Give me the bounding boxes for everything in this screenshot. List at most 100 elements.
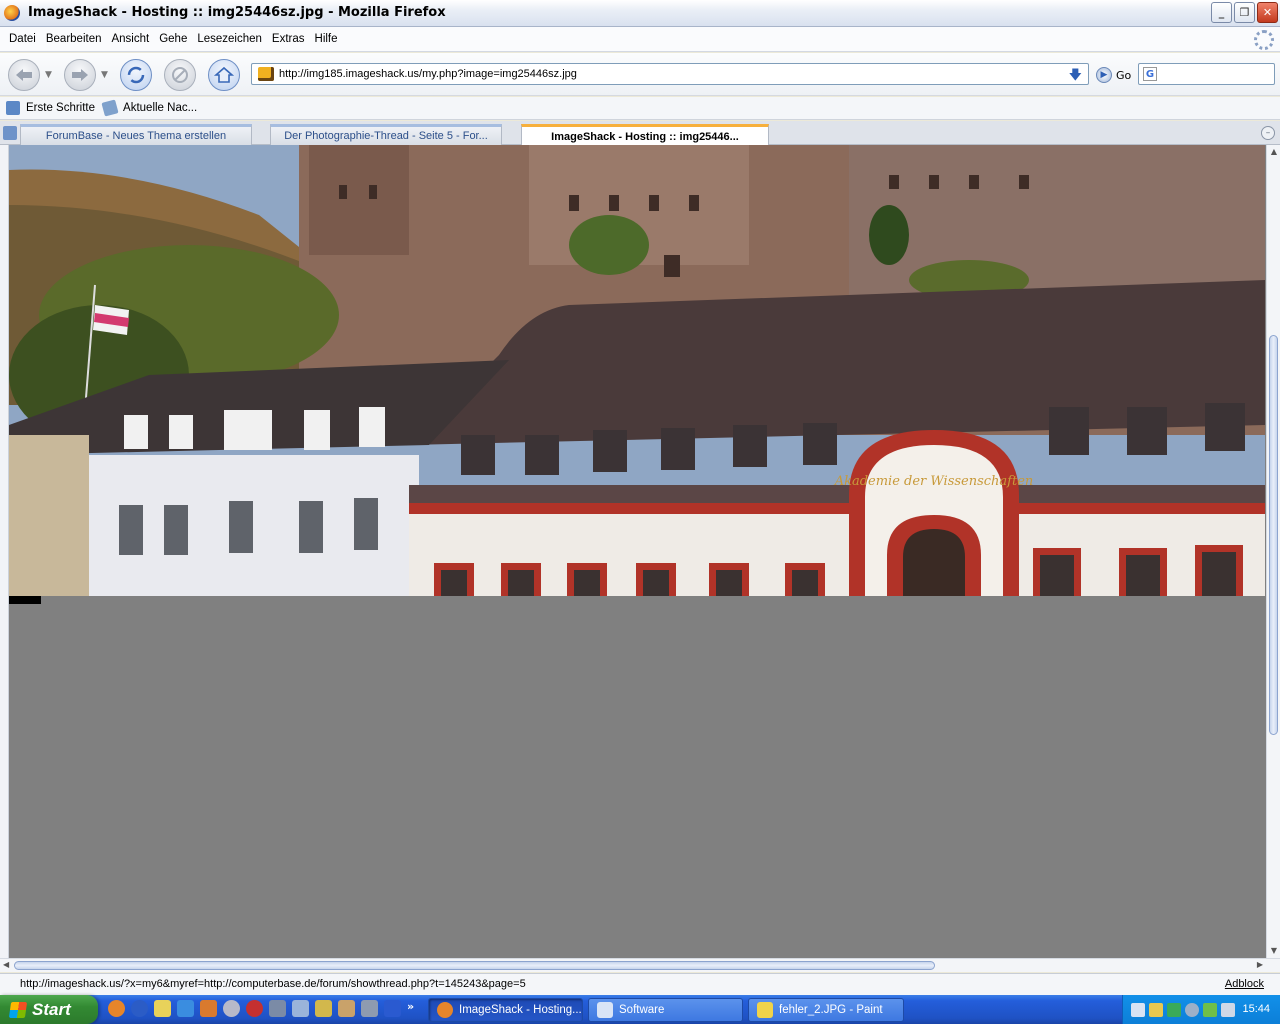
horizontal-scroll-thumb[interactable] bbox=[14, 961, 935, 970]
windows-logo-icon bbox=[8, 1001, 28, 1018]
reload-button[interactable] bbox=[120, 59, 152, 91]
task-label: Software bbox=[619, 1004, 665, 1016]
rss-feed-icon bbox=[101, 99, 119, 117]
google-search-engine-icon[interactable]: G bbox=[1143, 67, 1157, 81]
menu-lesezeichen[interactable]: Lesezeichen bbox=[192, 33, 267, 45]
network-quicklaunch-icon[interactable] bbox=[384, 1000, 401, 1017]
image-bottom-strip bbox=[9, 596, 41, 604]
go-label: Go bbox=[1116, 68, 1132, 82]
close-button[interactable]: ✕ bbox=[1257, 2, 1278, 23]
address-bar[interactable]: 🡇 bbox=[251, 63, 1089, 85]
maximize-button[interactable]: ❐ bbox=[1234, 2, 1255, 23]
task-label: ImageShack - Hosting... bbox=[459, 1004, 582, 1016]
tray-keyboard-icon[interactable] bbox=[1221, 1002, 1235, 1017]
record-quicklaunch-icon[interactable] bbox=[246, 1000, 263, 1017]
menu-bearbeiten[interactable]: Bearbeiten bbox=[41, 33, 107, 45]
bookmark-page-icon bbox=[6, 101, 20, 115]
adblock-button[interactable]: Adblock bbox=[1225, 978, 1264, 990]
scroll-right-icon[interactable]: ▶ bbox=[1257, 960, 1263, 969]
scroll-left-icon[interactable]: ◀ bbox=[3, 960, 9, 969]
menu-bar: Datei Bearbeiten Ansicht Gehe Lesezeiche… bbox=[0, 27, 1280, 52]
tab-forumbase[interactable]: ForumBase - Neues Thema erstellen bbox=[20, 124, 252, 145]
minimize-button[interactable]: _ bbox=[1211, 2, 1232, 23]
app-quicklaunch-icon[interactable] bbox=[269, 1000, 286, 1017]
menu-gehe[interactable]: Gehe bbox=[154, 33, 192, 45]
edit-quicklaunch-icon[interactable] bbox=[315, 1000, 332, 1017]
title-bar: ImageShack - Hosting :: img25446sz.jpg -… bbox=[0, 0, 1280, 27]
start-button[interactable]: Start bbox=[0, 995, 98, 1024]
gear-quicklaunch-icon[interactable] bbox=[200, 1000, 217, 1017]
stop-button[interactable] bbox=[164, 59, 196, 91]
vertical-scroll-thumb[interactable] bbox=[1269, 335, 1278, 735]
tray-sound-icon[interactable] bbox=[1185, 1002, 1199, 1017]
bookmark-erste-schritte[interactable]: Erste Schritte bbox=[6, 101, 95, 115]
firefox-task-icon bbox=[437, 1002, 453, 1018]
window-quicklaunch-icon[interactable] bbox=[361, 1000, 378, 1017]
folder-task-icon bbox=[597, 1002, 613, 1018]
home-button[interactable] bbox=[208, 59, 240, 91]
reload-icon bbox=[127, 66, 145, 84]
bookmark-label: Aktuelle Nac... bbox=[123, 102, 198, 114]
scroll-down-icon[interactable]: ▼ bbox=[1269, 946, 1279, 956]
hosted-photo[interactable]: Akademie der Wissenschaften bbox=[9, 145, 1265, 596]
url-dropdown-icon[interactable]: 🡇 bbox=[1069, 66, 1082, 88]
tray-security-icon[interactable] bbox=[1203, 1002, 1217, 1017]
site-favicon-icon bbox=[258, 67, 274, 81]
menu-extras[interactable]: Extras bbox=[267, 33, 310, 45]
back-arrow-icon bbox=[16, 69, 32, 81]
forward-arrow-icon bbox=[72, 69, 88, 81]
task-imageshack[interactable]: ImageShack - Hosting... bbox=[428, 998, 583, 1022]
page-viewport: Akademie der Wissenschaften bbox=[0, 145, 1280, 958]
pencil-quicklaunch-icon[interactable] bbox=[154, 1000, 171, 1017]
quicklaunch-more-icon[interactable]: » bbox=[407, 1000, 414, 1017]
ie-quicklaunch-icon[interactable] bbox=[131, 1000, 148, 1017]
bookmark-aktuelle-nachrichten[interactable]: Aktuelle Nac... bbox=[101, 99, 198, 117]
tray-close-icon[interactable] bbox=[1131, 1002, 1145, 1017]
quick-launch: » bbox=[108, 1000, 414, 1017]
bookmarks-toolbar: Erste Schritte Aktuelle Nac... bbox=[0, 97, 1280, 120]
url-input[interactable] bbox=[279, 66, 1059, 82]
go-button[interactable]: ▶ Go bbox=[1096, 67, 1131, 83]
task-paint[interactable]: fehler_2.JPG - Paint bbox=[748, 998, 904, 1022]
forward-button[interactable] bbox=[64, 59, 96, 91]
task-label: fehler_2.JPG - Paint bbox=[779, 1004, 883, 1016]
heidelberg-photo: Akademie der Wissenschaften bbox=[9, 145, 1265, 596]
scroll-up-icon[interactable]: ▲ bbox=[1269, 147, 1279, 157]
menu-ansicht[interactable]: Ansicht bbox=[106, 33, 154, 45]
firefox-quicklaunch-icon[interactable] bbox=[108, 1000, 125, 1017]
tab-imageshack[interactable]: ImageShack - Hosting :: img25446... bbox=[521, 124, 769, 146]
menu-datei[interactable]: Datei bbox=[4, 33, 41, 45]
menu-hilfe[interactable]: Hilfe bbox=[310, 33, 343, 45]
start-label: Start bbox=[32, 999, 71, 1019]
tab-list-icon[interactable] bbox=[3, 126, 17, 140]
search-box[interactable]: G bbox=[1138, 63, 1275, 85]
clock: 15:44 bbox=[1242, 1003, 1270, 1015]
tray-pencil-icon[interactable] bbox=[1149, 1002, 1163, 1017]
status-bar: http://imageshack.us/?x=my6&myref=http:/… bbox=[0, 973, 1280, 995]
paint-task-icon bbox=[757, 1002, 773, 1018]
status-url-text: http://imageshack.us/?x=my6&myref=http:/… bbox=[20, 978, 526, 990]
monitor-quicklaunch-icon[interactable] bbox=[177, 1000, 194, 1017]
bookmark-label: Erste Schritte bbox=[26, 102, 96, 114]
media-quicklaunch-icon[interactable] bbox=[223, 1000, 240, 1017]
home-icon bbox=[214, 66, 234, 83]
vertical-scrollbar[interactable]: ▲ ▼ bbox=[1266, 145, 1280, 958]
desktop-quicklaunch-icon[interactable] bbox=[292, 1000, 309, 1017]
tab-photographie-thread[interactable]: Der Photographie-Thread - Seite 5 - For.… bbox=[270, 124, 502, 145]
tools-quicklaunch-icon[interactable] bbox=[338, 1000, 355, 1017]
close-tab-icon[interactable]: – bbox=[1261, 126, 1275, 140]
throbber-icon bbox=[1254, 30, 1274, 50]
tray-network-icon[interactable] bbox=[1167, 1002, 1181, 1017]
navigation-toolbar: ▼ ▼ 🡇 ▶ Go G bbox=[0, 53, 1280, 96]
back-button[interactable] bbox=[8, 59, 40, 91]
firefox-icon bbox=[4, 5, 20, 21]
horizontal-scrollbar[interactable]: ◀ ▶ bbox=[0, 958, 1280, 972]
back-dropdown-icon[interactable]: ▼ bbox=[45, 70, 52, 80]
facade-inscription: Akademie der Wissenschaften bbox=[834, 474, 1034, 489]
task-software[interactable]: Software bbox=[588, 998, 743, 1022]
taskbar: Start » ImageShack - Hosting... Software… bbox=[0, 995, 1280, 1024]
system-tray: 15:44 bbox=[1122, 995, 1280, 1024]
stop-icon bbox=[172, 67, 188, 83]
go-arrow-icon: ▶ bbox=[1096, 67, 1112, 83]
forward-dropdown-icon[interactable]: ▼ bbox=[101, 70, 108, 80]
